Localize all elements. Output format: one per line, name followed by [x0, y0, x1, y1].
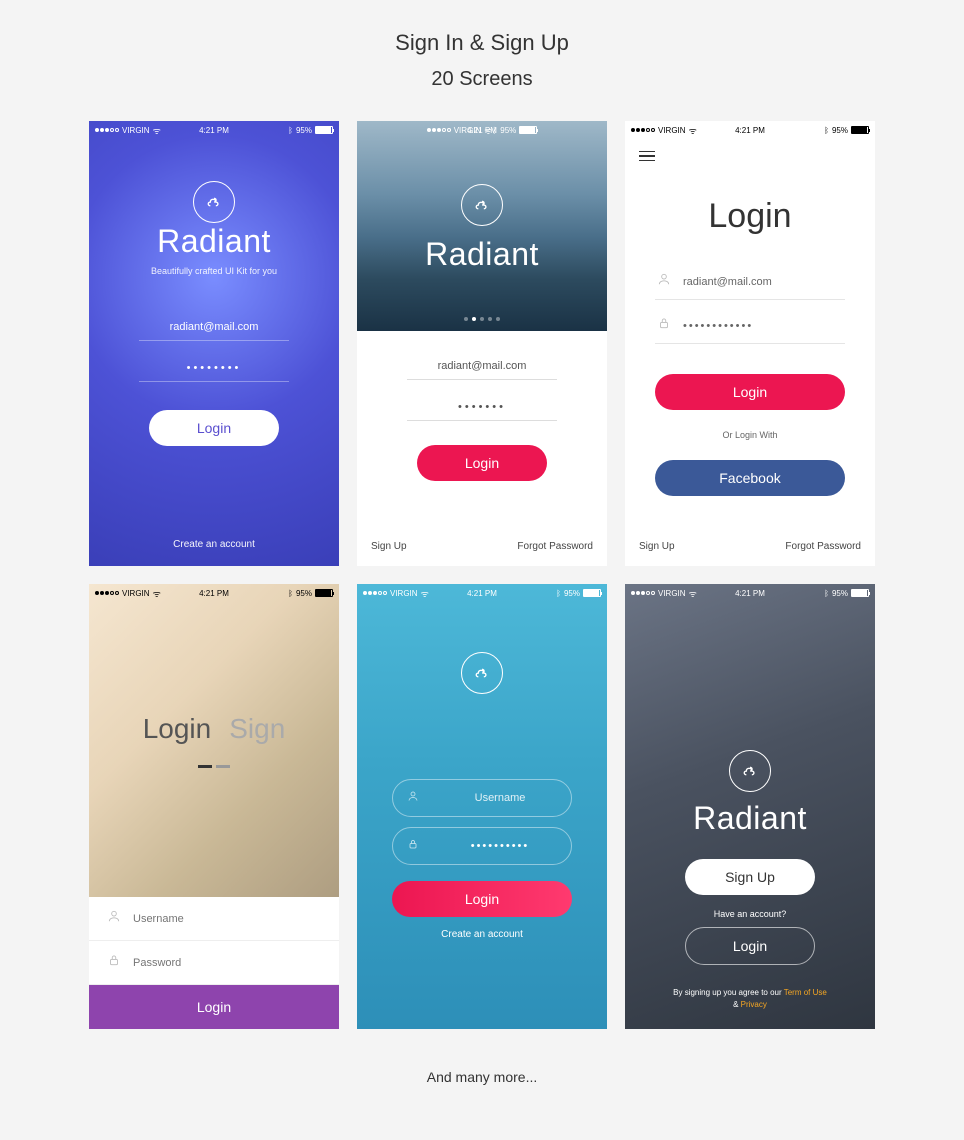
- logo-icon: [193, 181, 235, 223]
- password-input[interactable]: [429, 840, 571, 852]
- email-input[interactable]: [139, 314, 289, 341]
- wifi-icon: ᯤ: [153, 587, 161, 600]
- signup-button[interactable]: Sign Up: [685, 859, 815, 895]
- status-bar: VIRGINᯤ 4:21 PM ᛒ95%: [625, 584, 875, 602]
- user-icon: [407, 789, 419, 807]
- section-subtitle: 20 Screens: [0, 68, 964, 91]
- password-input[interactable]: [139, 355, 289, 382]
- signup-link[interactable]: Sign Up: [639, 541, 675, 552]
- status-bar: VIRGINᯤ 4:21 PM ᛒ95%: [625, 121, 875, 139]
- login-button[interactable]: Login: [655, 374, 845, 410]
- bluetooth-icon: ᛒ: [824, 589, 829, 598]
- brand-name: Radiant: [693, 800, 807, 837]
- status-bar: VIRGINᯤ 4:21 PM ᛒ95%: [357, 584, 607, 602]
- user-icon: [107, 909, 121, 928]
- lock-icon: [407, 837, 419, 855]
- screen-4: VIRGINᯤ 4:21 PM ᛒ95% Login Sign Login: [89, 584, 339, 1029]
- wifi-icon: ᯤ: [689, 587, 697, 600]
- page-indicator: [464, 317, 500, 321]
- page-title: Login: [625, 197, 875, 236]
- forgot-password-link[interactable]: Forgot Password: [517, 541, 593, 552]
- create-account-link[interactable]: Create an account: [173, 539, 255, 550]
- terms-text: By signing up you agree to our Term of U…: [673, 987, 827, 1011]
- page-indicator: [198, 765, 230, 768]
- lock-icon: [657, 316, 671, 335]
- logo-icon: [729, 750, 771, 792]
- screen-2: VIRGINᯤ 4:21 PM ᛒ95% Radiant Login Sign …: [357, 121, 607, 566]
- status-bar: VIRGINᯤ 4:21 PM ᛒ95%: [421, 121, 544, 139]
- username-input[interactable]: [429, 792, 571, 804]
- lock-icon: [107, 953, 121, 972]
- create-account-link[interactable]: Create an account: [441, 929, 523, 940]
- tagline: Beautifully crafted UI Kit for you: [151, 266, 277, 276]
- status-bar: VIRGINᯤ 4:21 PM ᛒ95%: [89, 584, 339, 602]
- section-title: Sign In & Sign Up: [0, 30, 964, 56]
- login-button[interactable]: Login: [149, 410, 279, 446]
- login-button[interactable]: Login: [417, 445, 547, 481]
- login-button[interactable]: Login: [685, 927, 815, 965]
- signup-link[interactable]: Sign Up: [371, 541, 407, 552]
- privacy-link[interactable]: Privacy: [741, 1000, 767, 1009]
- footer-text: And many more...: [0, 1069, 964, 1085]
- status-bar: VIRGINᯤ 4:21 PM ᛒ95%: [89, 121, 339, 139]
- username-input[interactable]: [133, 913, 321, 925]
- facebook-button[interactable]: Facebook: [655, 460, 845, 496]
- bluetooth-icon: ᛒ: [824, 126, 829, 135]
- wifi-icon: ᯤ: [421, 587, 429, 600]
- bluetooth-icon: ᛒ: [556, 589, 561, 598]
- tab-signup[interactable]: Sign: [229, 713, 285, 745]
- screen-1: VIRGINᯤ 4:21 PM ᛒ95% Radiant Beautifully…: [89, 121, 339, 566]
- wifi-icon: ᯤ: [153, 124, 161, 137]
- forgot-password-link[interactable]: Forgot Password: [785, 541, 861, 552]
- password-input[interactable]: [407, 394, 557, 421]
- password-input[interactable]: [133, 957, 321, 969]
- terms-link[interactable]: Term of Use: [784, 988, 827, 997]
- or-login-with: Or Login With: [655, 430, 845, 440]
- status-time: 4:21 PM: [199, 126, 229, 135]
- have-account-text: Have an account?: [714, 909, 787, 919]
- logo-icon: [461, 184, 503, 226]
- screen-6: VIRGINᯤ 4:21 PM ᛒ95% Radiant Sign Up Hav…: [625, 584, 875, 1029]
- screen-3: VIRGINᯤ 4:21 PM ᛒ95% Login Login Or Logi…: [625, 121, 875, 566]
- tab-login[interactable]: Login: [143, 713, 212, 745]
- screen-5: VIRGINᯤ 4:21 PM ᛒ95% Login Create an acc…: [357, 584, 607, 1029]
- menu-icon[interactable]: [639, 151, 655, 162]
- password-input[interactable]: [683, 320, 843, 332]
- email-input[interactable]: [407, 353, 557, 380]
- brand-name: Radiant: [425, 236, 539, 273]
- bluetooth-icon: ᛒ: [288, 126, 293, 135]
- logo-icon: [461, 652, 503, 694]
- login-button[interactable]: Login: [89, 985, 339, 1029]
- login-button[interactable]: Login: [392, 881, 572, 917]
- wifi-icon: ᯤ: [689, 124, 697, 137]
- user-icon: [657, 272, 671, 291]
- email-input[interactable]: [683, 276, 843, 288]
- bluetooth-icon: ᛒ: [288, 589, 293, 598]
- brand-name: Radiant: [157, 223, 271, 260]
